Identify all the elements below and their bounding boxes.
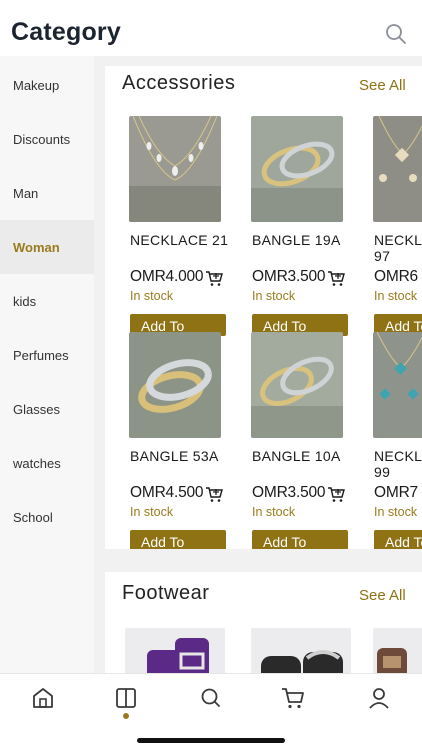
- footwear-section: Footwear See All: [105, 572, 422, 673]
- search-icon: [386, 24, 406, 44]
- product-image-necklace-set[interactable]: [373, 116, 422, 222]
- add-to-cart-button[interactable]: Add To: [252, 530, 348, 549]
- header: Category: [0, 0, 422, 56]
- tab-home[interactable]: [29, 684, 57, 712]
- add-to-cart-icon[interactable]: [205, 270, 223, 287]
- profile-icon: [369, 688, 389, 709]
- product-name: NECKLACE 21: [130, 232, 229, 248]
- cart-icon: [282, 688, 304, 709]
- product-card[interactable]: NECKLACE SET 97 OMR6 In stock Add To: [360, 116, 422, 336]
- product-card[interactable]: BANGLE 10A OMR3.500 In stock Add To: [238, 332, 353, 549]
- add-to-cart-icon[interactable]: [205, 486, 223, 503]
- sidebar-item-watches[interactable]: watches: [0, 436, 94, 490]
- product-name: NECKLACE SET 99: [374, 448, 422, 480]
- stock-status: In stock: [130, 289, 174, 303]
- product-price: OMR4.500: [130, 484, 204, 501]
- accessories-section: Accessories See All NECKLACE 21 OMR4.000: [105, 66, 422, 549]
- see-all-link[interactable]: See All: [359, 77, 406, 94]
- tab-categories[interactable]: [112, 684, 140, 712]
- product-name: NECKLACE SET 97: [374, 232, 422, 264]
- product-price: OMR4.000: [130, 268, 204, 285]
- sidebar-item-makeup[interactable]: Makeup: [0, 58, 94, 112]
- search-icon: [201, 688, 220, 707]
- sidebar-item-discounts[interactable]: Discounts: [0, 112, 94, 166]
- product-price: OMR7: [374, 484, 418, 501]
- add-to-cart-button[interactable]: Add To: [374, 530, 422, 549]
- stock-status: In stock: [374, 289, 418, 303]
- tab-cart[interactable]: [279, 684, 307, 712]
- sidebar-item-woman[interactable]: Woman: [0, 220, 94, 274]
- sidebar-item-man[interactable]: Man: [0, 166, 94, 220]
- product-image-sandal[interactable]: [373, 628, 422, 673]
- product-image-bangle[interactable]: [129, 332, 221, 438]
- product-name: BANGLE 53A: [130, 448, 219, 464]
- sidebar-item-perfumes[interactable]: Perfumes: [0, 328, 94, 382]
- product-name: BANGLE 19A: [252, 232, 341, 248]
- product-card[interactable]: BANGLE 53A OMR4.500 In stock Add To: [116, 332, 231, 549]
- product-image-necklace[interactable]: [129, 116, 221, 222]
- active-tab-indicator: [123, 713, 129, 719]
- page-title: Category: [11, 18, 121, 46]
- product-image-bangle[interactable]: [251, 332, 343, 438]
- product-image-bangle[interactable]: [251, 116, 343, 222]
- product-card[interactable]: NECKLACE 21 OMR4.000 In stock Add To: [116, 116, 231, 336]
- sidebar-item-school[interactable]: School: [0, 490, 94, 544]
- category-sidebar: Makeup Discounts Man Woman kids Perfumes…: [0, 56, 94, 673]
- product-image-sandal[interactable]: [125, 628, 225, 673]
- product-card[interactable]: NECKLACE SET 99 OMR7 In stock Add To: [360, 332, 422, 549]
- product-price: OMR6: [374, 268, 418, 285]
- section-title: Footwear: [122, 582, 210, 604]
- add-to-cart-icon[interactable]: [327, 270, 345, 287]
- product-image-necklace-set[interactable]: [373, 332, 422, 438]
- home-indicator: [137, 738, 285, 743]
- product-image-sandal[interactable]: [251, 628, 351, 673]
- product-card[interactable]: BANGLE 19A OMR3.500 In stock Add To: [238, 116, 353, 336]
- see-all-link[interactable]: See All: [359, 587, 406, 604]
- product-price: OMR3.500: [252, 268, 326, 285]
- stock-status: In stock: [252, 505, 296, 519]
- product-name: BANGLE 10A: [252, 448, 341, 464]
- add-to-cart-button[interactable]: Add To: [130, 530, 226, 549]
- add-to-cart-icon[interactable]: [327, 486, 345, 503]
- stock-status: In stock: [130, 505, 174, 519]
- product-price: OMR3.500: [252, 484, 326, 501]
- sidebar-item-kids[interactable]: kids: [0, 274, 94, 328]
- home-icon: [33, 688, 53, 708]
- categories-icon: [116, 688, 136, 708]
- search-button[interactable]: [384, 22, 408, 46]
- bottom-tab-bar: [0, 673, 422, 750]
- stock-status: In stock: [252, 289, 296, 303]
- stock-status: In stock: [374, 505, 418, 519]
- tab-profile[interactable]: [365, 684, 393, 712]
- category-content: Accessories See All NECKLACE 21 OMR4.000: [94, 56, 422, 673]
- sidebar-item-glasses[interactable]: Glasses: [0, 382, 94, 436]
- section-title: Accessories: [122, 72, 236, 94]
- tab-search[interactable]: [197, 684, 225, 712]
